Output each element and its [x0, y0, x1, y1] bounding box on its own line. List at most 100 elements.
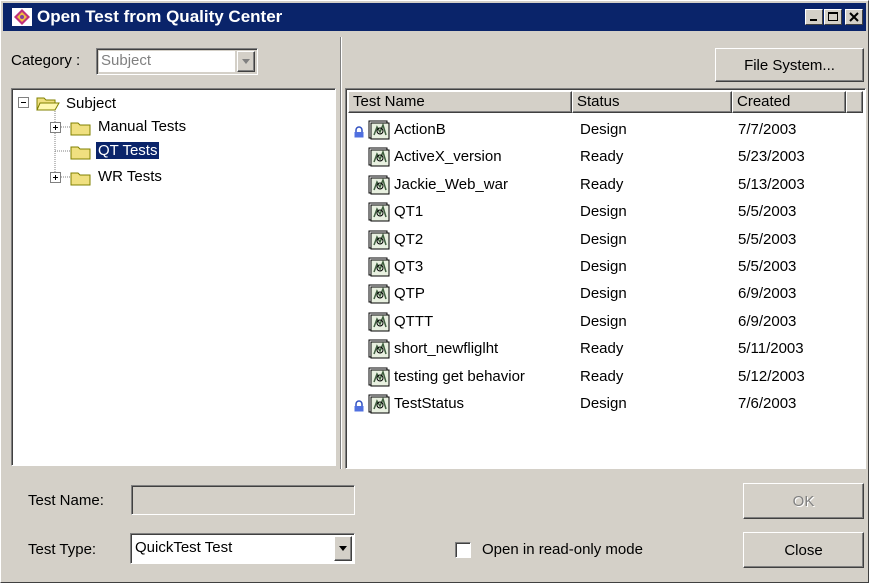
test-name-cell: TestStatus — [394, 395, 465, 412]
status-cell: Design — [580, 312, 627, 330]
window-title: Open Test from Quality Center — [37, 7, 283, 26]
folder-icon — [70, 172, 91, 186]
test-name-cell: short_newfliglht — [394, 340, 499, 358]
tree-item-label: QT Tests — [94, 141, 161, 160]
chevron-down-icon — [242, 58, 250, 64]
table-row[interactable]: QT2 Design 5/5/2003 — [348, 228, 848, 255]
file-system-button[interactable]: File System... — [715, 48, 864, 82]
status-cell: Design — [580, 230, 627, 248]
table-row[interactable]: Jackie_Web_war Ready 5/13/2003 — [348, 173, 848, 200]
test-name-cell: ActiveX_version — [394, 148, 502, 166]
test-script-icon — [368, 202, 390, 222]
test-name-label: Test Name: — [28, 492, 104, 509]
column-header-status[interactable]: Status — [572, 91, 732, 113]
test-name-cell: Jackie_Web_war — [394, 175, 508, 193]
table-row[interactable]: QTTT Design 6/9/2003 — [348, 310, 848, 337]
column-header-test-name[interactable]: Test Name — [348, 91, 572, 113]
test-name-cell: QT2 — [394, 230, 424, 248]
table-row[interactable]: QT1 Design 5/5/2003 — [348, 200, 848, 227]
test-type-value: QuickTest Test — [135, 539, 233, 556]
status-cell: Ready — [580, 340, 624, 358]
created-cell: 5/5/2003 — [738, 203, 797, 221]
collapse-icon[interactable] — [18, 97, 29, 108]
subject-tree[interactable]: Subject Manual Tests QT Tests WR Tests — [11, 88, 336, 466]
test-name-cell: ActionB — [394, 121, 446, 138]
ok-button[interactable]: OK — [743, 483, 864, 519]
status-cell: Ready — [580, 148, 624, 166]
created-cell: 7/6/2003 — [738, 395, 797, 412]
created-cell: 6/9/2003 — [738, 285, 797, 303]
tree-item-label: WR Tests — [98, 168, 162, 185]
chevron-down-icon — [339, 545, 347, 551]
lock-icon — [354, 400, 364, 412]
test-name-cell: QTTT — [394, 312, 434, 330]
created-cell: 5/13/2003 — [738, 175, 805, 193]
close-window-button[interactable] — [845, 9, 863, 25]
created-cell: 5/12/2003 — [738, 367, 805, 385]
tree-item-label: Subject — [66, 95, 117, 112]
test-script-icon — [368, 147, 390, 167]
close-button[interactable]: Close — [743, 532, 864, 568]
test-name-cell: QTP — [394, 285, 425, 303]
created-cell: 5/5/2003 — [738, 230, 797, 248]
test-type-dropdown-button[interactable] — [334, 536, 352, 561]
status-cell: Ready — [580, 367, 624, 385]
created-cell: 5/11/2003 — [738, 340, 804, 358]
test-script-icon — [368, 230, 390, 250]
test-name-input[interactable] — [131, 485, 355, 515]
created-cell: 5/5/2003 — [738, 258, 797, 275]
maximize-icon — [828, 12, 838, 21]
expand-icon[interactable] — [50, 172, 61, 183]
test-script-icon — [368, 367, 390, 387]
test-list[interactable]: Test Name Status Created ActionB Design 7/… — [345, 88, 866, 469]
test-type-select[interactable]: QuickTest Test — [130, 533, 355, 564]
column-header-created[interactable]: Created — [732, 91, 846, 113]
open-test-dialog: Open Test from Quality Center Category :… — [0, 0, 869, 583]
table-row[interactable]: ActiveX_version Ready 5/23/2003 — [348, 145, 848, 172]
minimize-icon — [810, 19, 817, 21]
quality-center-app-icon — [12, 8, 32, 26]
test-name-cell: testing get behavior — [394, 367, 525, 385]
readonly-label[interactable]: Open in read-only mode — [482, 541, 643, 558]
expand-icon[interactable] — [50, 122, 61, 133]
category-dropdown-button — [237, 51, 255, 72]
lock-icon — [354, 126, 364, 138]
created-cell: 5/23/2003 — [738, 148, 805, 166]
maximize-button[interactable] — [824, 9, 842, 25]
table-row[interactable]: TestStatus Design 7/6/2003 — [348, 392, 848, 419]
test-script-icon — [368, 284, 390, 304]
open-folder-icon — [36, 97, 60, 111]
status-cell: Design — [580, 285, 627, 303]
status-cell: Design — [580, 203, 627, 221]
test-script-icon — [368, 339, 390, 359]
test-name-cell: QT3 — [394, 258, 424, 275]
status-cell: Ready — [580, 175, 624, 193]
close-icon — [849, 12, 859, 22]
test-name-cell: QT1 — [394, 203, 424, 221]
table-row[interactable]: short_newfliglht Ready 5/11/2003 — [348, 337, 848, 364]
test-script-icon — [368, 120, 390, 140]
test-script-icon — [368, 312, 390, 332]
status-cell: Design — [580, 121, 627, 138]
created-cell: 6/9/2003 — [738, 312, 797, 330]
test-script-icon — [368, 394, 390, 414]
tree-item-label: Manual Tests — [98, 118, 187, 135]
test-script-icon — [368, 175, 390, 195]
table-row[interactable]: testing get behavior Ready 5/12/2003 — [348, 365, 848, 392]
pane-divider-highlight — [341, 37, 342, 469]
status-cell: Design — [580, 258, 627, 275]
table-row[interactable]: ActionB Design 7/7/2003 — [348, 118, 848, 145]
category-combo: Subject — [96, 48, 258, 75]
table-row[interactable]: QT3 Design 5/5/2003 — [348, 255, 848, 282]
status-cell: Design — [580, 395, 627, 412]
minimize-button[interactable] — [805, 9, 823, 25]
column-header-filler — [846, 91, 863, 113]
test-script-icon — [368, 257, 390, 277]
readonly-checkbox[interactable] — [455, 542, 471, 558]
table-row[interactable]: QTP Design 6/9/2003 — [348, 282, 848, 309]
test-type-label: Test Type: — [28, 541, 97, 558]
title-bar[interactable]: Open Test from Quality Center — [3, 3, 866, 31]
folder-icon — [70, 122, 91, 136]
category-value: Subject — [101, 52, 152, 69]
created-cell: 7/7/2003 — [738, 121, 797, 138]
